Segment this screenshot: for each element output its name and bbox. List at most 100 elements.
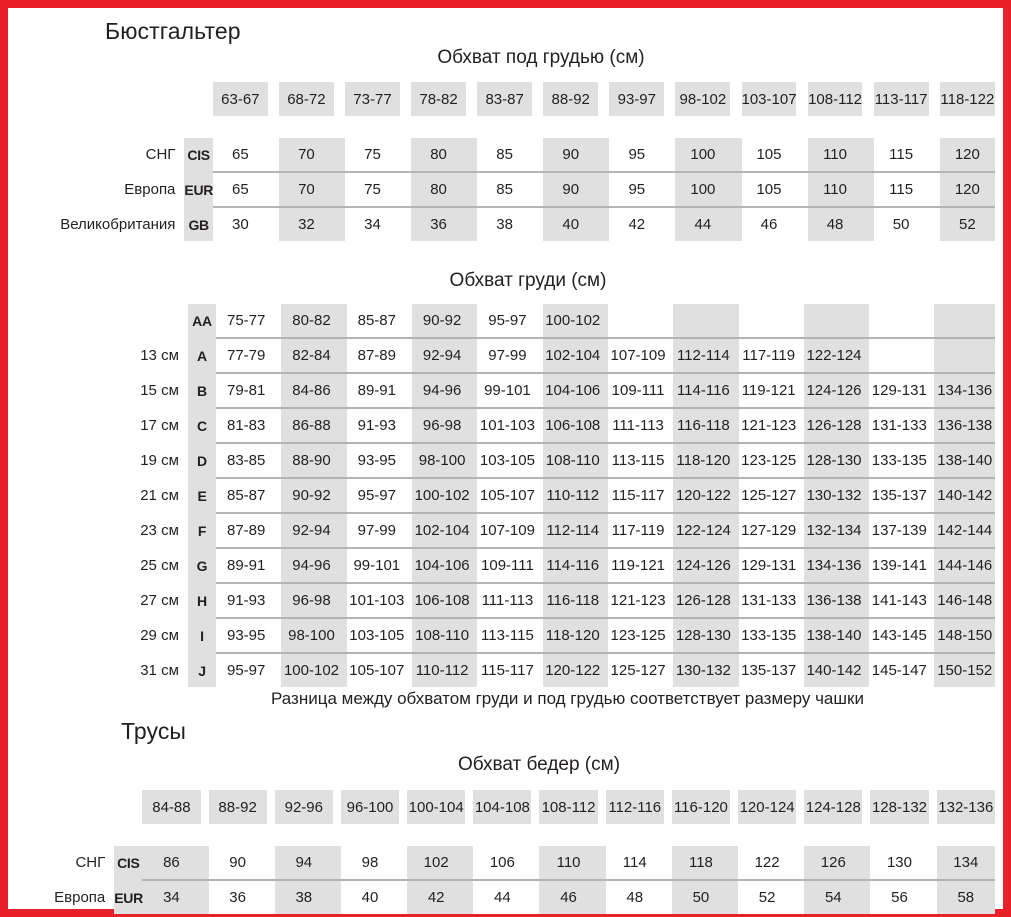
table-cell: 140-142 — [803, 654, 865, 687]
table-cell: 109-111 — [477, 549, 538, 582]
column-header: 68-72 — [278, 82, 334, 116]
cell-gutter — [664, 173, 676, 206]
cell-gutter — [730, 138, 742, 171]
column-header: 84-88 — [142, 790, 201, 824]
cell-gutter — [862, 208, 874, 241]
table-cell: 136-138 — [934, 409, 995, 442]
table-cell: 50 — [873, 208, 929, 241]
header-gutter — [466, 82, 478, 116]
table-row: AA 75-77 80-82 85-87 90-92 95-97 100-102 — [12, 304, 995, 337]
table-cell: 103-105 — [346, 619, 407, 652]
table-cell: 107-109 — [477, 514, 538, 547]
table-cell: 134 — [936, 846, 995, 879]
row-code: AA — [187, 304, 217, 337]
cell-gutter — [796, 846, 805, 879]
table-cell: 56 — [870, 881, 929, 914]
cell-gutter — [928, 846, 937, 879]
table-row: Европа EUR 65 70 75 80 85 90 95 100 105 110 115 120 — [40, 173, 995, 206]
table-row: 13 см A 77-79 82-84 87-89 92-94 97-99 102-104 10… — [12, 339, 995, 372]
table-cell: 89-91 — [216, 549, 277, 582]
row-label: СНГ — [75, 854, 106, 871]
cell-gutter — [267, 173, 279, 206]
panties-section-title: Трусы — [121, 718, 187, 744]
column-header: 118-122 — [939, 82, 995, 116]
table-cell: 100 — [675, 138, 731, 171]
table-cell: 110 — [807, 173, 863, 206]
table-cell: 95-97 — [477, 304, 538, 337]
row-label: Европа — [124, 181, 176, 198]
cell-gutter — [663, 846, 672, 879]
row-code: A — [187, 339, 217, 372]
cell-gutter — [796, 208, 808, 241]
column-header: 103-107 — [741, 82, 797, 116]
column-header: 93-97 — [609, 82, 665, 116]
table-cell: 75-77 — [216, 304, 277, 337]
table-cell: 123-125 — [738, 444, 799, 477]
table-cell: 95 — [609, 173, 665, 206]
table-cell: 85-87 — [216, 479, 277, 512]
table-cell: 100 — [675, 173, 731, 206]
table-cell: 52 — [939, 208, 995, 241]
table-cell: 38 — [274, 881, 333, 914]
cell-gutter — [598, 173, 610, 206]
table-row: СНГ CIS 65 70 75 80 85 90 95 100 105 110 115 120 — [40, 138, 995, 171]
row-code: G — [187, 549, 217, 582]
table-row: 21 см E 85-87 90-92 95-97 100-102 105-107 110-1… — [12, 479, 995, 512]
row-code: B — [187, 374, 217, 407]
table-cell: 103-105 — [477, 444, 538, 477]
table-cell — [673, 304, 734, 337]
table-cell: 90-92 — [281, 479, 342, 512]
cell-gutter — [333, 208, 346, 241]
table-cell: 112-114 — [673, 339, 734, 372]
table-cell: 97-99 — [346, 514, 407, 547]
row-code: J — [187, 654, 217, 687]
cell-gutter — [862, 138, 874, 171]
row-code: C — [187, 409, 217, 442]
table-row: 15 см B 79-81 84-86 89-91 94-96 99-101 104-106 1… — [12, 374, 995, 407]
table-row: Европа EUR 34 36 38 40 42 44 46 48 50 52 54 56 58 — [24, 881, 995, 914]
table-cell: 48 — [605, 881, 664, 914]
cell-gutter — [598, 138, 610, 171]
row-label: 25 см — [140, 557, 179, 574]
table-cell: 89-91 — [346, 374, 407, 407]
table-cell: 124-126 — [803, 374, 865, 407]
table-cell — [869, 304, 930, 337]
column-header: 108-112 — [807, 82, 863, 116]
table-cell: 118-120 — [673, 444, 734, 477]
table-cell — [934, 339, 995, 372]
table-cell: 126-128 — [803, 409, 865, 442]
cup-footnote: Разница между обхватом груди и под грудь… — [271, 689, 864, 708]
table-cell: 92-94 — [411, 339, 473, 372]
row-code: EUR — [184, 173, 213, 206]
table-cell — [869, 339, 930, 372]
header-gutter — [796, 82, 808, 116]
row-label: 27 см — [140, 592, 179, 609]
table-cell: 42 — [407, 881, 466, 914]
cell-gutter — [796, 138, 808, 171]
cell-gutter — [465, 846, 474, 879]
cell-gutter — [200, 846, 209, 879]
table-cell: 34 — [345, 208, 400, 241]
table-cell: 122-124 — [673, 514, 734, 547]
column-header: 100-104 — [407, 790, 466, 824]
table-cell: 113-115 — [477, 619, 538, 652]
column-header: 104-108 — [473, 790, 532, 824]
table-cell: 135-137 — [738, 654, 799, 687]
table-cell: 95-97 — [346, 479, 407, 512]
header-gap-row — [40, 116, 995, 138]
row-code: I — [187, 619, 217, 652]
table-cell: 122 — [738, 846, 797, 879]
table-cell: 125-127 — [738, 479, 799, 512]
table-cell: 110-112 — [542, 479, 603, 512]
table-cell: 138-140 — [803, 619, 865, 652]
table-cell: 34 — [142, 881, 201, 914]
table-cell: 101-103 — [346, 584, 407, 617]
cell-gutter — [928, 173, 940, 206]
table-row: СНГ CIS 86 90 94 98 102 106 110 114 118 122 126 130 13… — [24, 846, 995, 879]
table-cell: 87-89 — [216, 514, 277, 547]
table-cell: 106-108 — [411, 584, 473, 617]
row-label: 19 см — [140, 452, 179, 469]
cell-gutter — [663, 881, 672, 914]
table-cell: 108-110 — [542, 444, 603, 477]
row-code: F — [187, 514, 217, 547]
